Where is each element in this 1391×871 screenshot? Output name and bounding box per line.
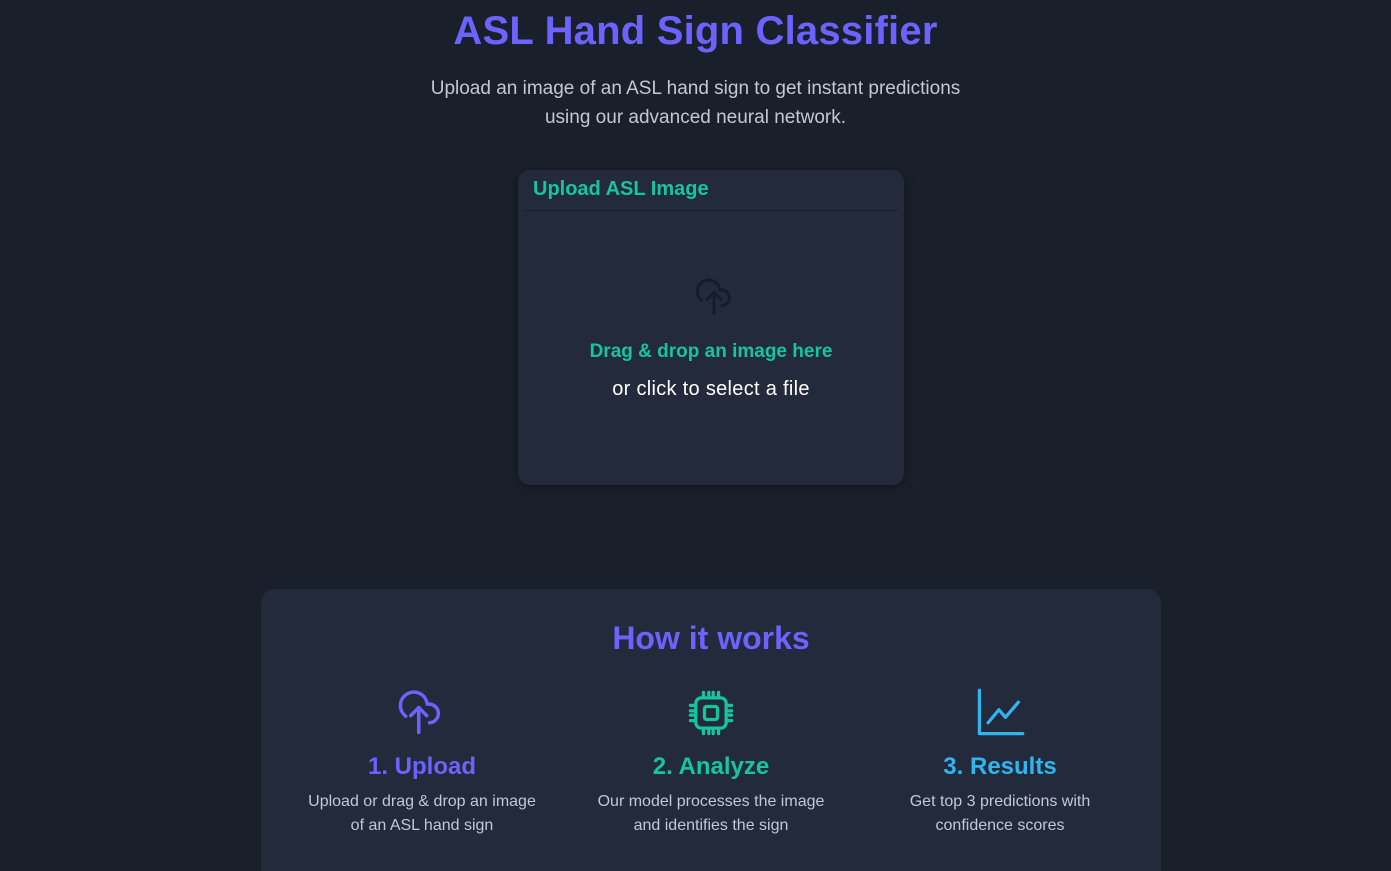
step-description: Get top 3 predictions with confidence sc…: [850, 790, 1150, 838]
upload-card: Upload ASL Image Drag & drop an image he…: [518, 170, 904, 485]
step-description-line: Upload or drag & drop an image: [308, 793, 536, 810]
step-description-line: of an ASL hand sign: [350, 817, 494, 834]
how-it-works-title: How it works: [612, 620, 810, 656]
page-title: ASL Hand Sign Classifier: [453, 9, 938, 53]
step-title: 2. Analyze: [652, 753, 770, 780]
cloud-upload-icon: [398, 690, 441, 735]
step-description: Our model processes the image and identi…: [561, 790, 861, 838]
dropzone-title: Drag & drop an image here: [589, 341, 833, 362]
step-title: 1. Upload: [367, 753, 476, 780]
cloud-upload-icon: [695, 278, 731, 315]
dropzone-subtitle: or click to select a file: [612, 378, 810, 400]
step-description-line: and identifies the sign: [633, 817, 789, 834]
page-subtitle: Upload an image of an ASL hand sign to g…: [0, 74, 1391, 132]
step-description-line: Get top 3 predictions with: [909, 793, 1091, 810]
subtitle-line-1: Upload an image of an ASL hand sign to g…: [430, 78, 961, 99]
upload-card-title: Upload ASL Image: [533, 178, 709, 200]
step-description-line: Our model processes the image: [597, 793, 825, 810]
subtitle-line-2: using our advanced neural network.: [544, 107, 847, 128]
line-chart-icon: [977, 688, 1025, 736]
step-results: 3. Results Get top 3 predictions with co…: [850, 687, 1150, 838]
step-upload: 1. Upload Upload or drag & drop an image…: [272, 687, 572, 838]
page: ASL Hand Sign Classifier Upload an image…: [0, 0, 1391, 871]
cpu-chip-icon: [688, 690, 734, 736]
image-dropzone[interactable]: Drag & drop an image here or click to se…: [518, 211, 904, 485]
step-description-line: confidence scores: [935, 817, 1065, 834]
how-it-works-card: How it works 1. Upload Upload or drag & …: [261, 589, 1161, 871]
step-analyze: 2. Analyze Our model processes the image…: [561, 687, 861, 838]
step-title: 3. Results: [943, 753, 1057, 780]
step-description: Upload or drag & drop an image of an ASL…: [272, 790, 572, 838]
